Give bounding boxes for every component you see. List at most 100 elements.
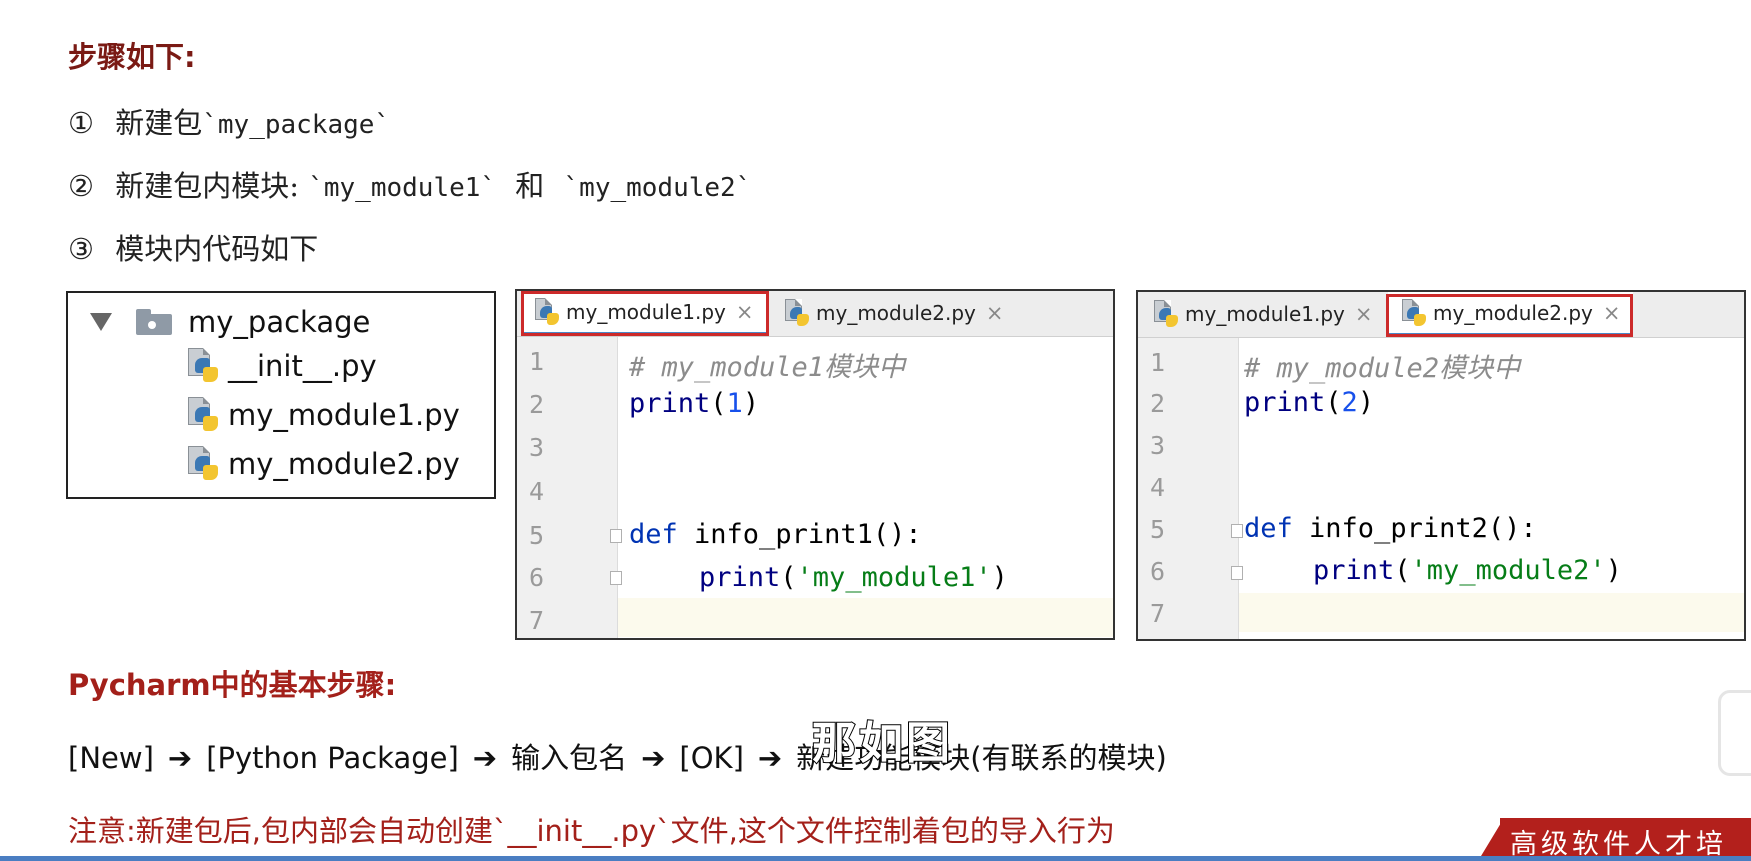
line-number: 3 bbox=[1150, 431, 1166, 460]
code-editor-module2: my_module1.py × my_module2.py × 1 2 3 4 … bbox=[1136, 290, 1746, 641]
code-string: 'my_module2' bbox=[1410, 555, 1606, 586]
line-number: 3 bbox=[529, 433, 545, 462]
highlight-box bbox=[1386, 294, 1633, 337]
code-line-def: def info_print2(): bbox=[1244, 513, 1537, 544]
flow-item: [Python Package] bbox=[206, 741, 459, 775]
flow-item: 输入包名 bbox=[511, 741, 628, 775]
step-text: 新建包 bbox=[115, 106, 203, 140]
fold-marker-icon[interactable] bbox=[610, 529, 622, 543]
folder-name: my_package bbox=[188, 305, 371, 339]
current-line-highlight bbox=[618, 598, 1113, 637]
code-comment: # my_module2模块中 bbox=[1244, 353, 1521, 384]
code-string: 'my_module1' bbox=[796, 562, 992, 593]
arrow-right-icon: ➔ bbox=[641, 741, 666, 775]
step-code: `my_module1` bbox=[308, 173, 497, 203]
step-3: ③ 模块内代码如下 bbox=[68, 226, 318, 268]
step-number: ① bbox=[68, 106, 94, 140]
line-number: 2 bbox=[1150, 389, 1166, 418]
code-token: ( bbox=[1394, 555, 1411, 586]
python-file-icon bbox=[785, 299, 809, 327]
bottom-progress-line bbox=[0, 856, 1751, 861]
code-keyword: def bbox=[1244, 513, 1293, 544]
code-line-inner-print: print('my_module1') bbox=[699, 562, 1008, 593]
arrow-right-icon: ➔ bbox=[472, 741, 498, 775]
fold-marker-icon[interactable] bbox=[1231, 566, 1243, 580]
code-number: 1 bbox=[726, 388, 743, 419]
watermark-shape bbox=[1718, 690, 1751, 776]
code-token: ( bbox=[780, 562, 797, 593]
python-file-icon bbox=[188, 397, 218, 433]
tab-label: my_module1.py bbox=[1185, 302, 1345, 326]
file-name: my_module2.py bbox=[228, 447, 460, 481]
code-token: info_print2(): bbox=[1292, 513, 1537, 544]
project-tree: my_package __init__.py my_module1.py my_… bbox=[66, 291, 496, 499]
line-number: 6 bbox=[529, 563, 545, 592]
tree-folder-row[interactable]: my_package bbox=[90, 305, 370, 339]
code-token: ) bbox=[1605, 555, 1622, 586]
step-number: ③ bbox=[68, 232, 94, 266]
line-number: 1 bbox=[1150, 348, 1166, 377]
tree-file-row[interactable]: my_module2.py bbox=[188, 446, 460, 482]
step-text: 新建包内模块: bbox=[115, 169, 299, 203]
file-name: my_module1.py bbox=[228, 398, 460, 432]
close-icon[interactable]: × bbox=[986, 301, 1004, 325]
code-token: ( bbox=[1325, 387, 1342, 418]
step-conjunction: 和 bbox=[515, 169, 545, 203]
editor-tab-bar: my_module1.py × my_module2.py × bbox=[1138, 292, 1744, 338]
note-text: 注意:新建包后,包内部会自动创建`__init__.py`文件,这个文件控制着包… bbox=[68, 814, 1115, 848]
code-line-print: print(1) bbox=[629, 388, 759, 419]
code-token: ( bbox=[710, 388, 727, 419]
tree-file-row[interactable]: __init__.py bbox=[188, 348, 377, 384]
banner-text: 高级软件人才培 bbox=[1510, 829, 1727, 860]
step-2: ② 新建包内模块: `my_module1` 和 `my_module2` bbox=[68, 163, 751, 205]
fold-marker-icon[interactable] bbox=[1231, 524, 1243, 538]
code-comment: # my_module1模块中 bbox=[629, 352, 906, 383]
tree-file-row[interactable]: my_module1.py bbox=[188, 397, 460, 433]
line-number: 5 bbox=[1150, 515, 1166, 544]
code-token: ) bbox=[742, 388, 760, 419]
package-folder-icon bbox=[136, 309, 172, 335]
arrow-right-icon: ➔ bbox=[167, 741, 193, 775]
line-number: 1 bbox=[529, 347, 545, 376]
line-number: 2 bbox=[529, 390, 545, 419]
highlight-box bbox=[521, 291, 769, 336]
code-token: info_print1(): bbox=[677, 519, 922, 550]
code-token: print bbox=[699, 562, 781, 593]
code-line-def: def info_print1(): bbox=[629, 519, 922, 550]
fold-marker-icon[interactable] bbox=[610, 571, 622, 585]
code-number: 2 bbox=[1341, 387, 1358, 418]
step-text: 模块内代码如下 bbox=[115, 232, 319, 266]
video-subtitle: 那如图 bbox=[811, 717, 953, 770]
file-name: __init__.py bbox=[228, 349, 377, 383]
code-line-inner-print: print('my_module2') bbox=[1313, 555, 1622, 586]
tab-my-module1[interactable]: my_module1.py × bbox=[1140, 292, 1380, 336]
line-number: 4 bbox=[1150, 473, 1166, 502]
expand-triangle-icon[interactable] bbox=[90, 313, 112, 331]
tab-my-module2[interactable]: my_module2.py × bbox=[771, 291, 1031, 335]
code-token: ) bbox=[991, 562, 1008, 593]
line-number: 7 bbox=[1150, 599, 1166, 628]
code-token: print bbox=[629, 388, 711, 419]
step-code: `my_package` bbox=[202, 110, 391, 140]
close-icon[interactable]: × bbox=[1355, 302, 1373, 326]
brand-banner: 高级软件人才培 bbox=[1500, 818, 1751, 861]
section-heading: 步骤如下: bbox=[68, 40, 196, 74]
code-keyword: def bbox=[629, 519, 678, 550]
code-line-print: print(2) bbox=[1244, 387, 1374, 418]
python-file-icon bbox=[188, 446, 218, 482]
line-number: 5 bbox=[529, 521, 545, 550]
python-file-icon bbox=[1154, 300, 1178, 328]
flow-item: [OK] bbox=[679, 741, 744, 775]
pycharm-heading: Pycharm中的基本步骤: bbox=[68, 668, 397, 702]
code-editor-module1: my_module1.py × my_module2.py × 1 2 3 4 … bbox=[515, 289, 1115, 640]
code-token: ) bbox=[1357, 387, 1375, 418]
arrow-right-icon: ➔ bbox=[757, 741, 783, 775]
line-number: 7 bbox=[529, 606, 545, 635]
code-token: print bbox=[1313, 555, 1395, 586]
line-number: 4 bbox=[529, 477, 545, 506]
python-file-icon bbox=[188, 348, 218, 384]
pycharm-flow: [New] ➔ [Python Package] ➔ 输入包名 ➔ [OK] ➔ 新建功能模块(… bbox=[68, 735, 1167, 777]
step-code-2: `my_module2` bbox=[563, 173, 752, 203]
current-line-highlight bbox=[1239, 593, 1744, 632]
line-number: 6 bbox=[1150, 557, 1166, 586]
